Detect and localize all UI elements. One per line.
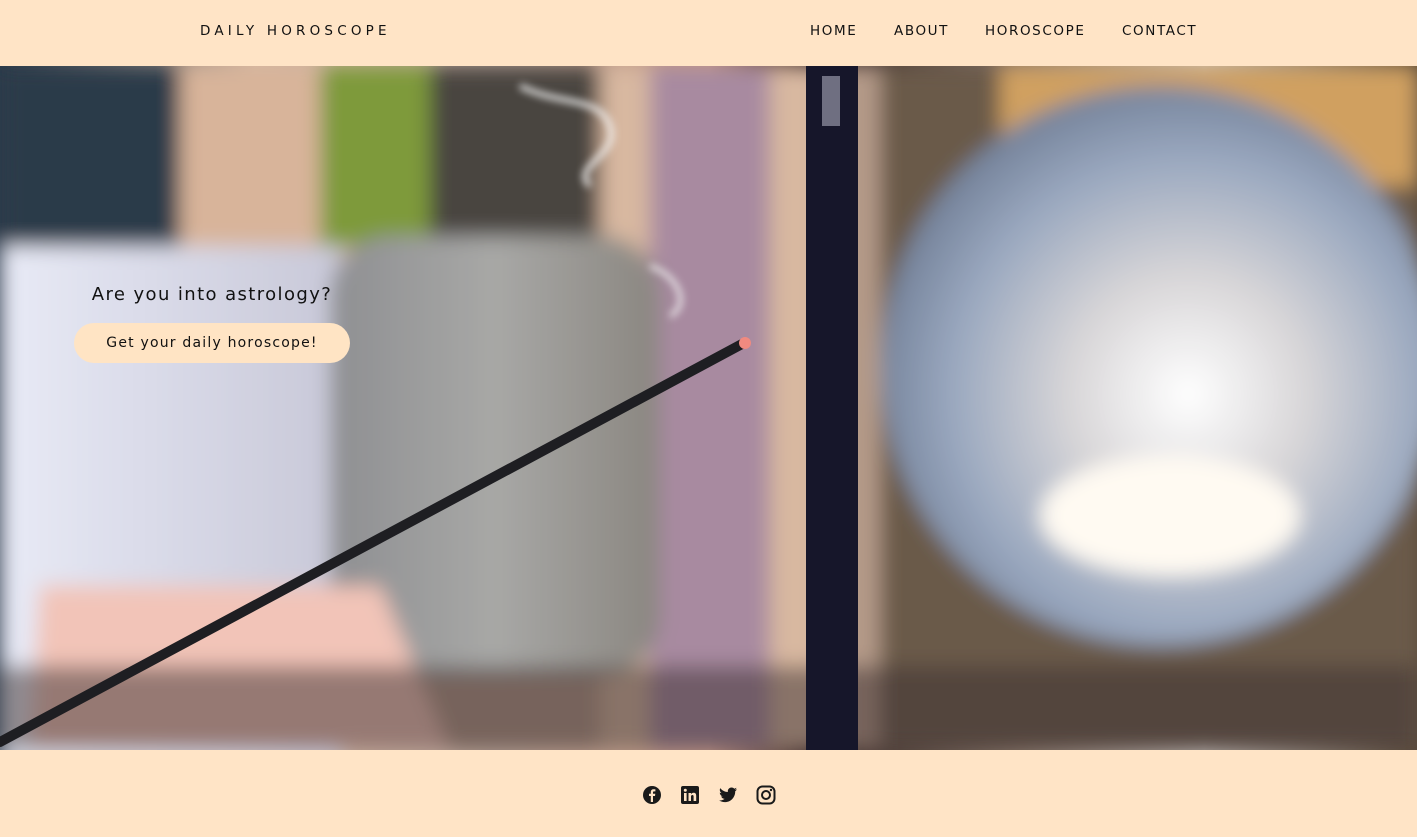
social-links [642, 785, 782, 805]
hero-copy: Are you into astrology? Get your daily h… [74, 284, 350, 363]
site-header: DAILY HOROSCOPE HOME ABOUT HOROSCOPE CON… [0, 0, 1417, 66]
nav-home[interactable]: HOME [810, 23, 857, 39]
nav-contact[interactable]: CONTACT [1122, 23, 1197, 39]
hero-background-image [0, 66, 1417, 750]
hero-section: Are you into astrology? Get your daily h… [0, 66, 1417, 750]
nav-horoscope[interactable]: HOROSCOPE [985, 23, 1085, 39]
nav-about[interactable]: ABOUT [894, 23, 949, 39]
facebook-icon[interactable] [642, 785, 662, 805]
get-horoscope-button[interactable]: Get your daily horoscope! [74, 323, 350, 363]
instagram-icon[interactable] [756, 785, 776, 805]
site-footer [0, 750, 1417, 837]
main-nav: HOME ABOUT HOROSCOPE CONTACT [0, 23, 1417, 43]
hero-title: Are you into astrology? [91, 284, 333, 305]
linkedin-icon[interactable] [680, 785, 700, 805]
twitter-icon[interactable] [718, 785, 738, 805]
